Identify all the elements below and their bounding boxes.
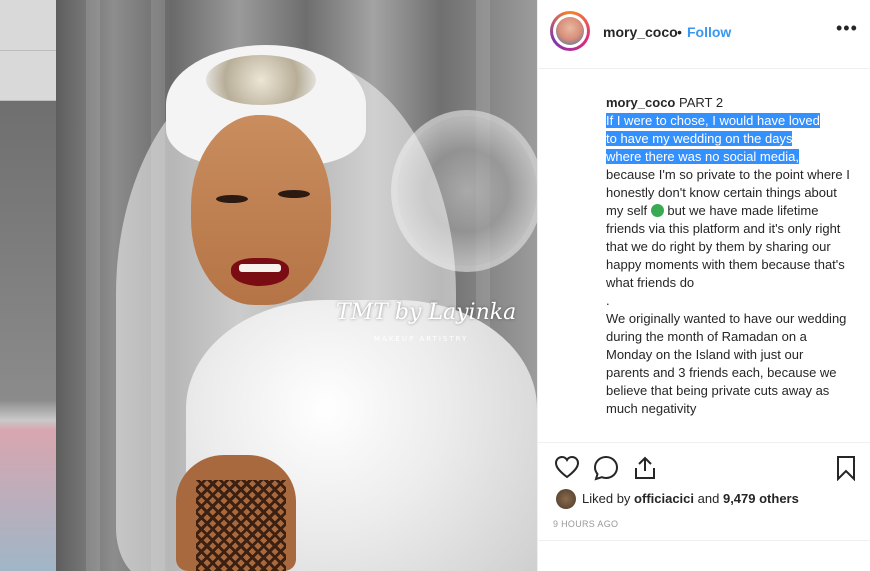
separator-dot: •	[677, 24, 682, 40]
lips-shape	[231, 258, 289, 286]
highlighted-line: to have my wedding on the days	[606, 131, 793, 146]
username-link[interactable]: mory_coco	[603, 24, 678, 40]
highlighted-line: If I were to chose, I would have loved	[606, 113, 820, 128]
liker-avatar[interactable]	[556, 489, 576, 509]
caption-paragraph: because I'm so private to the point wher…	[606, 166, 850, 292]
likes-count-link[interactable]: 9,479 others	[723, 491, 799, 506]
comment-icon[interactable]	[593, 455, 619, 486]
eye-shape	[278, 190, 310, 198]
share-icon[interactable]	[633, 455, 657, 486]
post-photo[interactable]: TMT by Layinka MAKEUP ARTISTRY	[56, 0, 537, 571]
post-timestamp[interactable]: 9 HOURS AGO	[553, 519, 618, 529]
headpiece-shape	[206, 55, 316, 105]
curtain-fold	[86, 0, 100, 571]
post-header: mory_coco • Follow •••	[538, 0, 870, 69]
background-feed-strip	[0, 0, 56, 571]
crying-face-emoji-icon	[650, 204, 664, 217]
teeth-shape	[239, 264, 281, 272]
photo-watermark-subtitle: MAKEUP ARTISTRY	[374, 335, 469, 343]
more-options-icon[interactable]: •••	[836, 18, 858, 39]
caption-scroll-area[interactable]: mory_coco PART 2 If I were to chose, I w…	[538, 68, 870, 442]
liker-username-link[interactable]: officiacici	[634, 491, 694, 506]
follow-button[interactable]: Follow	[687, 24, 731, 40]
eye-shape	[216, 195, 248, 203]
divider	[538, 540, 870, 541]
caption-username-link[interactable]: mory_coco	[606, 95, 675, 110]
bookmark-icon[interactable]	[835, 455, 857, 486]
caption-header: mory_coco PART 2	[606, 94, 850, 112]
caption: mory_coco PART 2 If I were to chose, I w…	[606, 94, 850, 418]
likes-conjunction: and	[697, 491, 720, 506]
divider	[0, 50, 56, 51]
avatar-ring	[553, 14, 587, 48]
caption-paragraph: We originally wanted to have our wedding…	[606, 311, 847, 416]
caption-highlighted-block: If I were to chose, I would have loved to…	[606, 112, 850, 166]
highlighted-line: where there was no social media,	[606, 149, 799, 164]
divider	[0, 100, 56, 101]
action-bar	[538, 442, 870, 489]
avatar[interactable]	[550, 11, 590, 51]
henna-pattern	[196, 480, 286, 571]
avatar-image	[556, 17, 584, 45]
likes-summary: Liked by officiacici and 9,479 others	[582, 491, 799, 506]
post-detail-panel: mory_coco • Follow ••• mory_coco PART 2 …	[537, 0, 870, 571]
caption-part-label: PART 2	[679, 95, 724, 110]
photo-watermark: TMT by Layinka	[336, 300, 517, 325]
heart-icon[interactable]	[554, 455, 580, 484]
caption-dot: .	[606, 293, 610, 308]
likes-row: Liked by officiacici and 9,479 others	[538, 486, 870, 510]
likes-prefix: Liked by	[582, 491, 631, 506]
